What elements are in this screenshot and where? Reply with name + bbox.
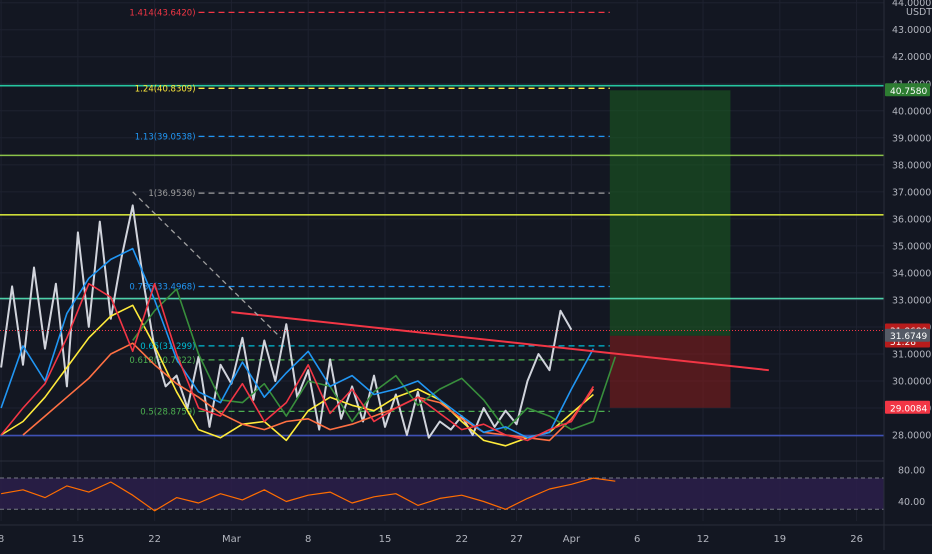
fib-level-label: 0.65(31.299) — [140, 342, 195, 352]
price-tick-label: 38.0000 — [892, 160, 931, 171]
time-tick-label: 22 — [455, 534, 468, 545]
currency-label: USDT — [906, 7, 932, 18]
price-tick-label: 33.0000 — [892, 295, 931, 306]
price-tick-label: 31.0000 — [892, 349, 931, 360]
price-tick-label: 43.0000 — [892, 25, 931, 36]
time-tick-label: 27 — [510, 534, 523, 545]
price-tag-label: 29.0084 — [890, 404, 927, 414]
rsi-band — [0, 478, 884, 510]
price-tag-label: 31.6749 — [890, 332, 927, 342]
fib-level-label: 1.414(43.6420) — [129, 8, 195, 18]
price-tick-label: 37.0000 — [892, 187, 931, 198]
time-tick-label: 15 — [72, 534, 85, 545]
time-tick-label: Apr — [563, 534, 581, 545]
price-tick-label: 39.0000 — [892, 133, 931, 144]
time-tick-label: 12 — [697, 534, 710, 545]
rsi-tick-label: 80.00 — [898, 466, 925, 477]
chart-area[interactable]: 1.414(43.6420) 1.24(40.8309) 1.13(39.0538)… — [0, 0, 932, 550]
price-chart-svg[interactable]: 1.414(43.6420) 1.24(40.8309) 1.13(39.0538)… — [0, 0, 932, 550]
price-tick-label: 30.0000 — [892, 376, 931, 387]
fib-level-label: 1.24(40.8309) — [135, 84, 196, 94]
position-stop-zone — [609, 335, 731, 408]
price-tick-label: 28.0000 — [892, 431, 931, 442]
time-tick-label: Mar — [222, 534, 242, 545]
time-tick-label: 6 — [634, 534, 640, 545]
price-tick-label: 36.0000 — [892, 214, 931, 225]
fib-level-label: 1(36.9536) — [148, 189, 195, 199]
time-tick-label: 19 — [773, 534, 786, 545]
fib-level-label: 1.13(39.0538) — [135, 132, 196, 142]
time-tick-label: 8 — [305, 534, 311, 545]
price-tick-label: 40.0000 — [892, 106, 931, 117]
time-tick-label: 15 — [379, 534, 392, 545]
time-tick-label: 8 — [0, 534, 4, 545]
rsi-tick-label: 40.00 — [898, 497, 925, 508]
time-tick-label: 22 — [148, 534, 161, 545]
price-tag-label: 40.7580 — [890, 87, 927, 97]
chart-background — [0, 0, 932, 550]
fib-level-label: 0.786(33.4968) — [129, 283, 195, 293]
price-tick-label: 35.0000 — [892, 241, 931, 252]
price-tick-label: 42.0000 — [892, 52, 931, 63]
time-tick-label: 26 — [850, 534, 863, 545]
price-tick-label: 34.0000 — [892, 268, 931, 279]
